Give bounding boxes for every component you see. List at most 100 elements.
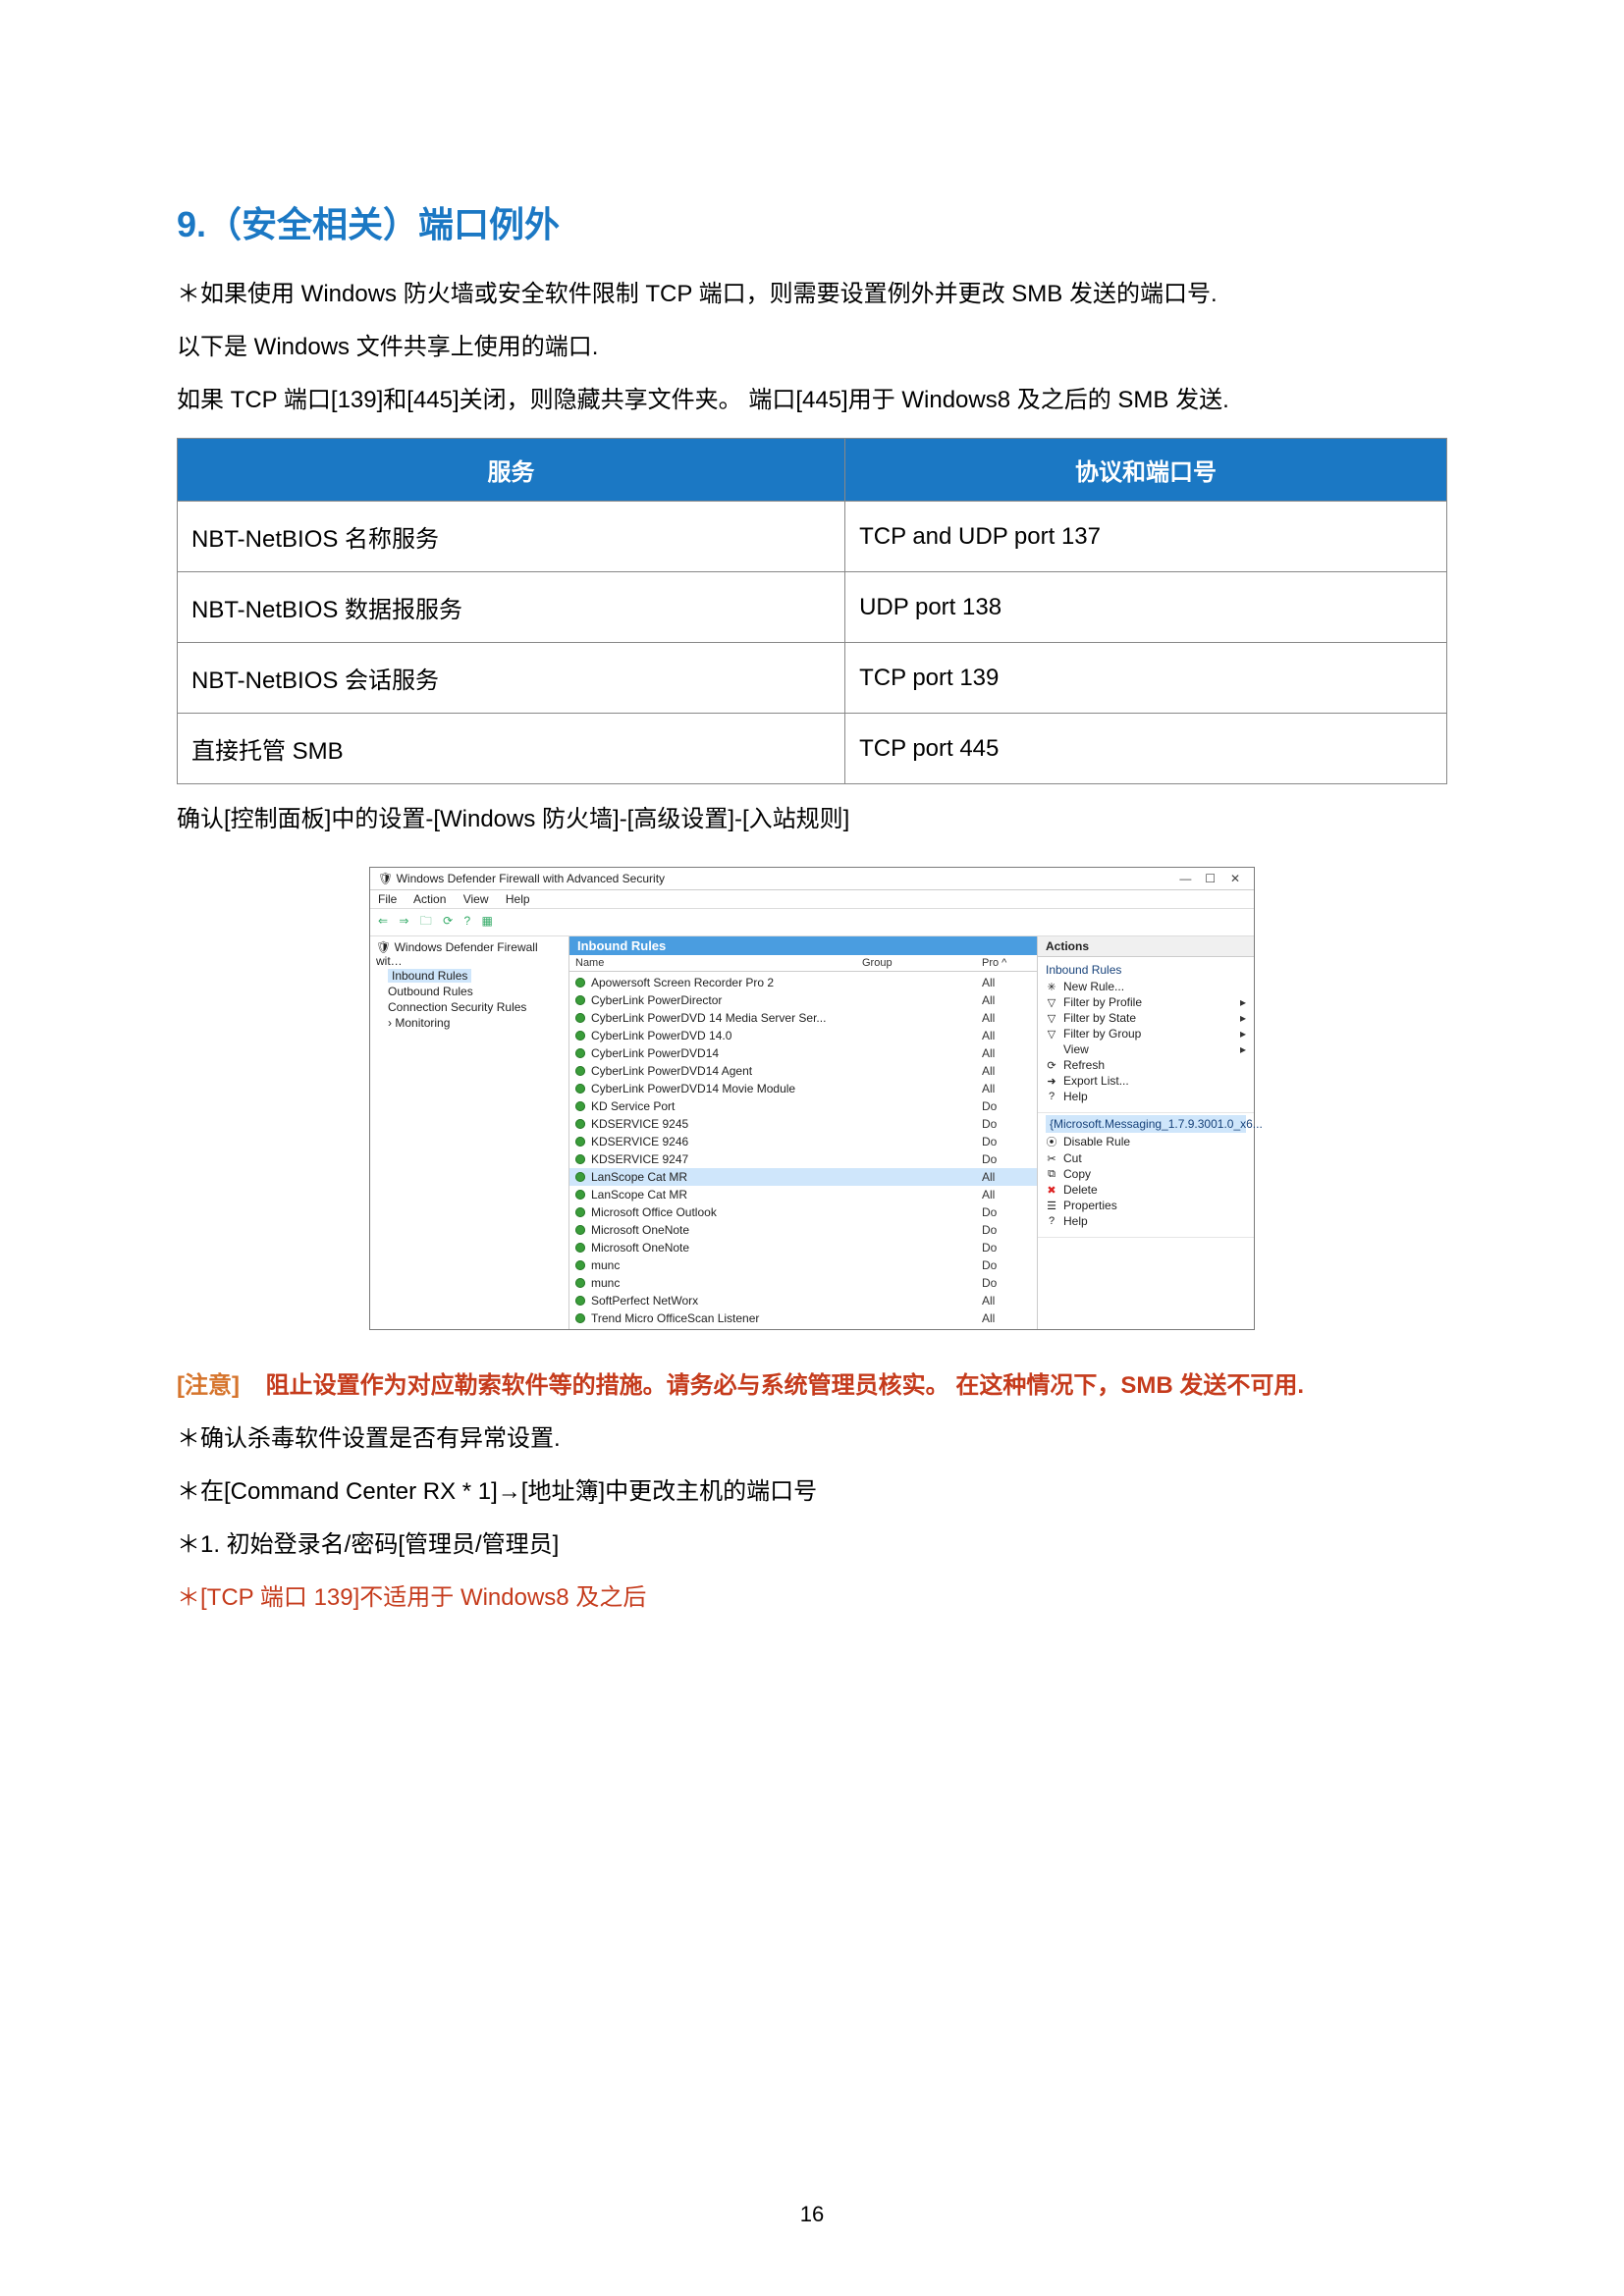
action-label: View: [1063, 1042, 1089, 1056]
rule-profile: Do: [982, 1115, 1031, 1133]
rule-name: munc: [591, 1274, 982, 1292]
tree-item-outbound[interactable]: Outbound Rules: [376, 984, 563, 999]
rule-name: KD Service Port: [591, 1097, 982, 1115]
firewall-rule-row[interactable]: Windows Live Communications PlatformAll: [569, 1327, 1037, 1329]
table-row: NBT-NetBIOS 数据报服务 UDP port 138: [178, 572, 1447, 643]
action-item[interactable]: ➜Export List...: [1046, 1073, 1246, 1089]
rule-enabled-icon: [575, 1084, 585, 1094]
action-icon: ▽: [1046, 1012, 1057, 1025]
actions-header: Actions: [1038, 936, 1254, 957]
action-item[interactable]: ⧉Copy: [1046, 1166, 1246, 1182]
action-item[interactable]: ✳ New Rule...: [1046, 979, 1246, 994]
firewall-rule-row[interactable]: muncDo: [569, 1256, 1037, 1274]
menu-file[interactable]: File: [378, 892, 397, 906]
firewall-rule-row[interactable]: CyberLink PowerDVD14All: [569, 1044, 1037, 1062]
firewall-rule-row[interactable]: CyberLink PowerDVD 14.0All: [569, 1027, 1037, 1044]
actions-selected-rule: {Microsoft.Messaging_1.7.9.3001.0_x6...: [1046, 1115, 1246, 1133]
firewall-rule-row[interactable]: SoftPerfect NetWorxAll: [569, 1292, 1037, 1309]
col-profile[interactable]: Pro ^: [976, 955, 1037, 971]
firewall-rule-row[interactable]: CyberLink PowerDVD 14 Media Server Ser..…: [569, 1009, 1037, 1027]
attention-line: [注意] 阻止设置作为对应勒索软件等的措施。请务必与系统管理员核实。 在这种情况…: [177, 1365, 1447, 1400]
rule-profile: Do: [982, 1133, 1031, 1150]
tree-item-inbound[interactable]: Inbound Rules: [376, 968, 563, 984]
action-icon: ➜: [1046, 1075, 1057, 1088]
window-title: Windows Defender Firewall with Advanced …: [397, 872, 665, 885]
action-item[interactable]: ⦿Disable Rule: [1046, 1133, 1246, 1150]
action-label: New Rule...: [1063, 980, 1124, 993]
rule-enabled-icon: [575, 995, 585, 1005]
menu-view[interactable]: View: [463, 892, 489, 906]
navigation-tree: 🛡 Windows Defender Firewall wit… Inbound…: [370, 936, 569, 1329]
action-icon: ✖: [1046, 1184, 1057, 1197]
action-icon: ✳: [1046, 981, 1057, 993]
action-icon: ▽: [1046, 1028, 1057, 1041]
firewall-window: 🛡 Windows Defender Firewall with Advance…: [369, 867, 1255, 1330]
firewall-rule-row[interactable]: LanScope Cat MRAll: [569, 1168, 1037, 1186]
firewall-rule-row[interactable]: KD Service PortDo: [569, 1097, 1037, 1115]
firewall-rule-row[interactable]: KDSERVICE 9246Do: [569, 1133, 1037, 1150]
window-titlebar: 🛡 Windows Defender Firewall with Advance…: [370, 868, 1254, 890]
col-name[interactable]: Name: [569, 955, 856, 971]
rule-name: Windows Live Communications Platform: [591, 1327, 982, 1329]
rule-profile: All: [982, 1327, 1031, 1329]
rule-name: Microsoft OneNote: [591, 1221, 982, 1239]
action-item[interactable]: ?Help: [1046, 1213, 1246, 1229]
action-item[interactable]: ✂Cut: [1046, 1150, 1246, 1166]
rule-name: CyberLink PowerDirector: [591, 991, 982, 1009]
minimize-button[interactable]: —: [1174, 872, 1196, 885]
firewall-rule-row[interactable]: Apowersoft Screen Recorder Pro 2All: [569, 974, 1037, 991]
maximize-button[interactable]: ☐: [1200, 872, 1221, 885]
action-item[interactable]: ?Help: [1046, 1089, 1246, 1104]
rule-name: CyberLink PowerDVD 14.0: [591, 1027, 982, 1044]
menu-action[interactable]: Action: [413, 892, 446, 906]
rule-profile: All: [982, 1309, 1031, 1327]
firewall-rule-row[interactable]: Microsoft OneNoteDo: [569, 1221, 1037, 1239]
table-row: NBT-NetBIOS 名称服务 TCP and UDP port 137: [178, 502, 1447, 572]
rule-enabled-icon: [575, 978, 585, 988]
firewall-rule-row[interactable]: KDSERVICE 9247Do: [569, 1150, 1037, 1168]
col-group[interactable]: Group: [856, 955, 976, 971]
firewall-rule-row[interactable]: CyberLink PowerDVD14 AgentAll: [569, 1062, 1037, 1080]
action-item[interactable]: ▽Filter by State▸: [1046, 1010, 1246, 1026]
firewall-rule-row[interactable]: muncDo: [569, 1274, 1037, 1292]
action-item[interactable]: ✖Delete: [1046, 1182, 1246, 1198]
actions-group-inbound: Inbound Rules: [1046, 959, 1246, 979]
tree-item-connection-security[interactable]: Connection Security Rules: [376, 999, 563, 1015]
firewall-rule-row[interactable]: LanScope Cat MRAll: [569, 1186, 1037, 1203]
rule-enabled-icon: [575, 1154, 585, 1164]
action-item[interactable]: View ▸: [1046, 1041, 1246, 1057]
firewall-rule-row[interactable]: KDSERVICE 9245Do: [569, 1115, 1037, 1133]
firewall-rule-row[interactable]: Trend Micro OfficeScan ListenerAll: [569, 1309, 1037, 1327]
action-label: Help: [1063, 1090, 1088, 1103]
firewall-rule-row[interactable]: CyberLink PowerDVD14 Movie ModuleAll: [569, 1080, 1037, 1097]
actions-panel: Actions Inbound Rules ✳New Rule...▽Filte…: [1038, 936, 1254, 1329]
menu-help[interactable]: Help: [506, 892, 530, 906]
rule-enabled-icon: [575, 1137, 585, 1147]
rules-panel: Inbound Rules Name Group Pro ^ Apowersof…: [569, 936, 1038, 1329]
firewall-rule-row[interactable]: CyberLink PowerDirectorAll: [569, 991, 1037, 1009]
rule-name: CyberLink PowerDVD14 Movie Module: [591, 1080, 982, 1097]
action-label: Refresh: [1063, 1058, 1105, 1072]
firewall-rule-row[interactable]: Microsoft OneNoteDo: [569, 1239, 1037, 1256]
rule-profile: Do: [982, 1203, 1031, 1221]
action-icon: ⟳: [1046, 1059, 1057, 1072]
attention-message: 阻止设置作为对应勒索软件等的措施。请务必与系统管理员核实。 在这种情况下，SMB…: [266, 1372, 1304, 1399]
tree-root[interactable]: 🛡 Windows Defender Firewall wit…: [376, 940, 563, 968]
rule-name: Apowersoft Screen Recorder Pro 2: [591, 974, 982, 991]
note-tcp139: ＊[TCP 端口 139]不适用于 Windows8 及之后: [177, 1580, 1447, 1616]
tree-item-monitoring[interactable]: › Monitoring: [376, 1015, 563, 1031]
firewall-rule-row[interactable]: Microsoft Office OutlookDo: [569, 1203, 1037, 1221]
rule-enabled-icon: [575, 1225, 585, 1235]
action-item[interactable]: ☰Properties: [1046, 1198, 1246, 1213]
rule-name: munc: [591, 1256, 982, 1274]
action-icon: ⧉: [1046, 1168, 1057, 1181]
action-item[interactable]: ▽Filter by Profile▸: [1046, 994, 1246, 1010]
submenu-arrow-icon: ▸: [1240, 1042, 1246, 1056]
rule-name: Microsoft OneNote: [591, 1239, 982, 1256]
action-item[interactable]: ⟳ Refresh: [1046, 1057, 1246, 1073]
close-button[interactable]: ✕: [1224, 872, 1246, 885]
action-item[interactable]: ▽Filter by Group▸: [1046, 1026, 1246, 1041]
rule-name: KDSERVICE 9245: [591, 1115, 982, 1133]
intro-paragraph-2: 以下是 Windows 文件共享上使用的端口.: [177, 330, 1447, 365]
rule-enabled-icon: [575, 1296, 585, 1306]
